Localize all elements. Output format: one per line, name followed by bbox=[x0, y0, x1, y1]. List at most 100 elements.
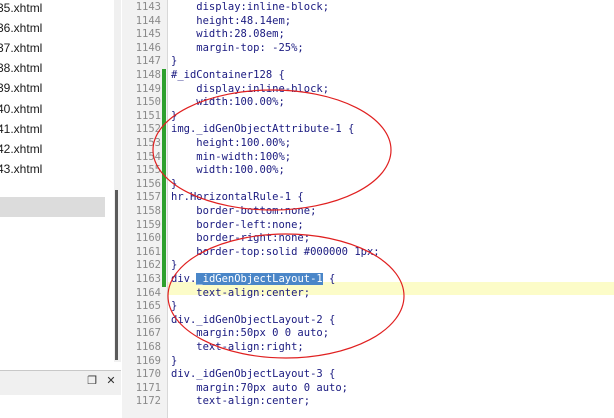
line-number: 1171 bbox=[135, 381, 161, 394]
code-line[interactable]: 1149 display:inline-block; bbox=[122, 82, 614, 97]
line-code: margin:70px auto 0 auto; bbox=[171, 381, 349, 394]
code-line[interactable]: 1166 div._idGenObjectLayout-2 { bbox=[122, 314, 614, 328]
line-code: height:48.14em; bbox=[171, 14, 292, 27]
line-number: 1163 bbox=[135, 273, 161, 285]
selected-text: _idGenObjectLayout-1 bbox=[196, 273, 323, 285]
code-line[interactable]: 1159 border-left:none; bbox=[122, 218, 614, 233]
line-code: div._idGenObjectLayout-2 { bbox=[171, 313, 336, 326]
line-number: 1172 bbox=[135, 395, 161, 408]
line-number: 1150 bbox=[135, 96, 161, 109]
line-number: 1154 bbox=[135, 150, 161, 163]
line-code: margin:50px 0 0 auto; bbox=[171, 327, 330, 340]
line-code: margin-top: -25%; bbox=[171, 41, 304, 54]
code-line[interactable]: 1170 div._idGenObjectLayout-3 { bbox=[122, 368, 614, 382]
line-code: } bbox=[171, 109, 178, 122]
line-code: width:100.00%; bbox=[171, 96, 285, 109]
change-marker bbox=[162, 69, 166, 83]
code-line[interactable]: 1155 width:100.00%; bbox=[122, 164, 614, 178]
code-line[interactable]: 1152 img._idGenObjectAttribute-1 { bbox=[122, 123, 614, 137]
line-code: height:100.00%; bbox=[171, 137, 292, 149]
line-number: 1159 bbox=[135, 218, 161, 231]
line-code: #_idContainer128 { bbox=[171, 69, 285, 81]
code-line[interactable]: 1145 width:28.08em; bbox=[122, 28, 614, 42]
code-line[interactable]: 1144 height:48.14em; bbox=[122, 15, 614, 29]
line-number: 1152 bbox=[135, 123, 161, 136]
line-number: 1170 bbox=[135, 368, 161, 381]
file-item[interactable]: 38.xhtml bbox=[0, 58, 42, 78]
change-marker bbox=[162, 177, 166, 192]
code-line[interactable]: 1169} bbox=[122, 355, 614, 369]
change-marker bbox=[162, 164, 166, 178]
code-line[interactable]: 1146 margin-top: -25%; bbox=[122, 42, 614, 56]
line-number: 1143 bbox=[135, 1, 161, 13]
code-line[interactable]: 1153 height:100.00%; bbox=[122, 137, 614, 151]
line-number: 1149 bbox=[135, 82, 161, 95]
selected-file-row[interactable] bbox=[0, 197, 105, 217]
line-number: 1158 bbox=[135, 205, 161, 217]
line-number: 1147 bbox=[135, 55, 161, 68]
code-line[interactable]: 1167 margin:50px 0 0 auto; bbox=[122, 327, 614, 341]
code-line[interactable]: 1163 div._idGenObjectLayout-1 { bbox=[122, 273, 614, 287]
change-marker bbox=[162, 205, 166, 219]
code-line[interactable]: 1150 width:100.00%; bbox=[122, 96, 614, 110]
line-code: } bbox=[171, 354, 178, 367]
line-code: display:inline-block; bbox=[171, 1, 330, 13]
line-code: div._idGenObjectLayout-3 { bbox=[171, 368, 336, 381]
code-editor[interactable]: 1143 display:inline-block; 1144 height:48… bbox=[122, 0, 614, 418]
file-item[interactable]: 35.xhtml bbox=[0, 0, 42, 18]
change-marker bbox=[162, 109, 166, 124]
line-number: 1153 bbox=[135, 137, 161, 149]
line-code: border-bottom:none; bbox=[171, 205, 317, 217]
line-code: } bbox=[171, 300, 178, 313]
code-line[interactable]: 1156} bbox=[122, 177, 614, 192]
code-line[interactable]: 1158 border-bottom:none; bbox=[122, 205, 614, 219]
line-code: } bbox=[171, 259, 178, 272]
file-item[interactable]: 40.xhtml bbox=[0, 99, 42, 119]
change-marker bbox=[162, 273, 166, 287]
line-number: 1160 bbox=[135, 232, 161, 245]
line-code: display:inline-block; bbox=[171, 82, 330, 95]
file-item[interactable]: 42.xhtml bbox=[0, 139, 42, 159]
code-line[interactable]: 1161 border-top:solid #000000 1px; bbox=[122, 245, 614, 260]
code-line[interactable]: 1164 text-align:center; bbox=[122, 287, 614, 301]
change-marker bbox=[162, 259, 166, 273]
code-line[interactable]: 1147} bbox=[122, 55, 614, 69]
file-item[interactable]: 36.xhtml bbox=[0, 18, 42, 38]
change-marker bbox=[162, 191, 166, 205]
line-code: text-align:center; bbox=[171, 395, 311, 408]
code-line[interactable]: 1172 text-align:center; bbox=[122, 395, 614, 409]
file-item[interactable]: 39.xhtml bbox=[0, 78, 42, 98]
scrollbar-thumb[interactable] bbox=[115, 190, 118, 360]
line-code: border-left:none; bbox=[171, 218, 304, 231]
code-line[interactable]: 1151} bbox=[122, 109, 614, 124]
code-line[interactable]: 1160 border-right:none; bbox=[122, 232, 614, 246]
line-number: 1169 bbox=[135, 354, 161, 367]
line-code: div._idGenObjectLayout-1 { bbox=[171, 273, 336, 285]
change-marker bbox=[162, 96, 166, 110]
line-number: 1162 bbox=[135, 259, 161, 272]
line-number: 1166 bbox=[135, 313, 161, 326]
code-line[interactable]: 1143 display:inline-block; bbox=[122, 1, 614, 15]
file-item[interactable]: 41.xhtml bbox=[0, 119, 42, 139]
line-number: 1164 bbox=[135, 286, 161, 299]
close-icon[interactable]: ✕ bbox=[105, 375, 117, 387]
change-marker bbox=[162, 123, 166, 137]
code-line[interactable]: 1154 min-width:100%; bbox=[122, 150, 614, 165]
code-line[interactable]: 1171 margin:70px auto 0 auto; bbox=[122, 382, 614, 396]
code-line[interactable]: 1162} bbox=[122, 259, 614, 273]
line-number: 1145 bbox=[135, 28, 161, 41]
restore-icon[interactable]: ❐ bbox=[86, 375, 98, 387]
change-marker bbox=[162, 82, 166, 97]
bottom-panel-header bbox=[0, 370, 121, 396]
code-line[interactable]: 1165} bbox=[122, 300, 614, 314]
code-line[interactable]: 1168 text-align:right; bbox=[122, 341, 614, 355]
line-number: 1161 bbox=[135, 245, 161, 258]
code-line[interactable]: 1148 #_idContainer128 { bbox=[122, 69, 614, 83]
line-code: border-top:solid #000000 1px; bbox=[171, 245, 380, 258]
code-line[interactable]: 1157 hr.HorizontalRule-1 { bbox=[122, 191, 614, 205]
line-number: 1148 bbox=[135, 69, 161, 81]
file-item[interactable]: 37.xhtml bbox=[0, 38, 42, 58]
line-code: text-align:right; bbox=[171, 341, 304, 353]
line-number: 1165 bbox=[135, 300, 161, 313]
file-item[interactable]: 43.xhtml bbox=[0, 159, 42, 179]
